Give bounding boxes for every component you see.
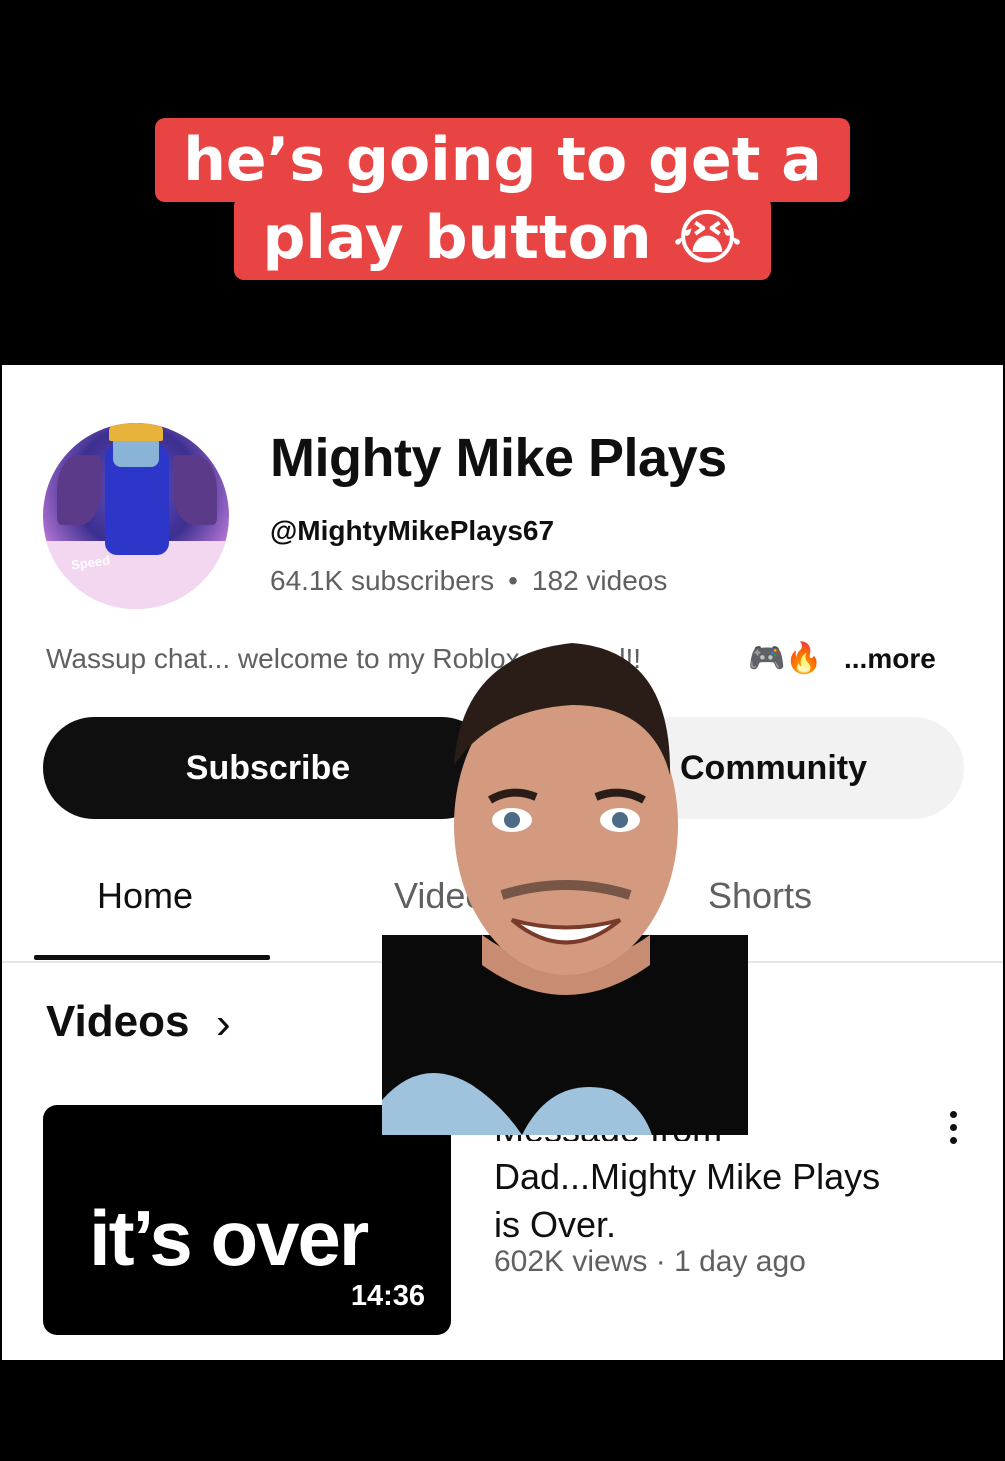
video-thumbnail[interactable]: it’s over 14:36 bbox=[43, 1105, 451, 1335]
video-meta: 602K views · 1 day ago bbox=[494, 1245, 806, 1278]
section-title[interactable]: Videos bbox=[46, 997, 189, 1047]
active-tab-underline bbox=[34, 955, 270, 960]
creator-overlay-image bbox=[382, 643, 748, 1135]
channel-handle: @MightyMikePlays67 bbox=[270, 515, 555, 546]
stats-separator: • bbox=[508, 565, 518, 596]
caption: he’s going to get a play button 😭 bbox=[0, 118, 1005, 280]
caption-line-1: he’s going to get a bbox=[155, 118, 850, 202]
channel-avatar[interactable]: Speed bbox=[43, 423, 229, 609]
overlay-pupil-left bbox=[504, 812, 520, 828]
avatar-character-hair bbox=[109, 423, 163, 441]
description-more-link[interactable]: ...more bbox=[844, 643, 936, 675]
chevron-right-icon[interactable]: › bbox=[216, 999, 231, 1049]
tab-home[interactable]: Home bbox=[97, 875, 193, 917]
video-count: 182 videos bbox=[531, 565, 668, 596]
channel-stats: 64.1K subscribers • 182 videos bbox=[270, 565, 667, 597]
avatar-wing-right bbox=[173, 455, 217, 525]
overlay-pupil-right bbox=[612, 812, 628, 828]
thumbnail-text: it’s over bbox=[89, 1194, 369, 1282]
more-options-icon[interactable] bbox=[946, 1111, 960, 1150]
channel-name: Mighty Mike Plays bbox=[270, 428, 727, 488]
video-overlay-bottom-band bbox=[0, 1360, 1005, 1461]
video-duration: 14:36 bbox=[350, 1280, 425, 1312]
description-emoji-icons: 🎮🔥 bbox=[748, 642, 823, 675]
subscriber-count: 64.1K subscribers bbox=[270, 565, 495, 596]
video-title[interactable]: Dad...Mighty Mike Plays is Over. bbox=[494, 1153, 894, 1249]
caption-line-2: play button 😭 bbox=[234, 196, 771, 280]
avatar-wing-left bbox=[57, 455, 101, 525]
